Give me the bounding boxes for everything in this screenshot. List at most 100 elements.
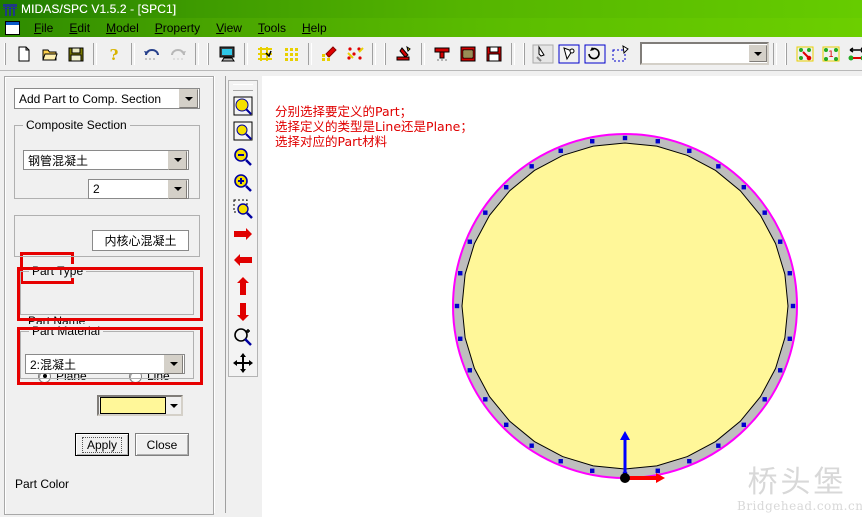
toolbar-grip[interactable] xyxy=(382,42,389,66)
zoom-select-icon[interactable] xyxy=(231,325,255,351)
menu-item-property[interactable]: Property xyxy=(147,20,208,36)
menu-item-view[interactable]: View xyxy=(208,20,250,36)
title-bar: MIDAS/SPC V1.5.2 - [SPC1] xyxy=(0,0,862,18)
menu-item-edit[interactable]: Edit xyxy=(61,20,98,36)
composite-section-drawing[interactable] xyxy=(262,76,862,517)
section-list-icon[interactable] xyxy=(456,42,480,66)
redo-icon[interactable] xyxy=(166,42,190,66)
save-disk-icon[interactable] xyxy=(64,42,88,66)
node-point-icon[interactable] xyxy=(793,42,817,66)
composite-section-combo[interactable]: 钢管混凝土 xyxy=(23,150,189,170)
toolbar-grip[interactable] xyxy=(521,42,528,66)
apply-button[interactable]: Apply xyxy=(75,433,129,456)
toolbar-separator xyxy=(308,42,312,65)
section-save-icon[interactable] xyxy=(482,42,506,66)
part-name-value: 内核心混凝土 xyxy=(104,234,177,248)
part-name-input[interactable]: 内核心混凝土 xyxy=(92,230,189,251)
menu-item-help[interactable]: Help xyxy=(294,20,335,36)
mesh-points-icon[interactable] xyxy=(343,42,367,66)
watermark-cn: 桥头堡 xyxy=(747,465,847,500)
dimension-icon[interactable] xyxy=(845,42,862,66)
document-icon[interactable] xyxy=(5,20,20,35)
material-icon[interactable] xyxy=(392,42,416,66)
zoom-out-icon[interactable] xyxy=(231,144,255,170)
watermark-en: Bridgehead.com.cn xyxy=(737,499,862,513)
part-type-group: Part Type xyxy=(20,264,194,315)
menu-item-tools[interactable]: Tools xyxy=(250,20,294,36)
part-material-value: 2:混凝土 xyxy=(30,357,77,372)
help-question-icon[interactable]: ? xyxy=(102,42,126,66)
zoom-in-icon[interactable] xyxy=(231,170,255,196)
node-number-icon[interactable]: 1 xyxy=(819,42,843,66)
mode-combo[interactable]: Add Part to Comp. Section xyxy=(14,88,200,109)
part-color-label: Part Color xyxy=(15,477,70,491)
menu-item-model[interactable]: Model xyxy=(98,20,147,36)
part-color-swatch[interactable] xyxy=(97,395,183,416)
chevron-down-icon[interactable] xyxy=(168,398,180,413)
close-button-label: Close xyxy=(146,437,178,452)
toolbar-separator xyxy=(773,42,777,65)
toolbar-separator xyxy=(131,42,135,65)
toolbar-separator xyxy=(244,42,248,65)
application-window: MIDAS/SPC V1.5.2 - [SPC1] File Edit Mode… xyxy=(0,0,862,517)
undo-icon[interactable] xyxy=(140,42,164,66)
view-toolbar xyxy=(228,80,258,377)
pan-up-icon[interactable] xyxy=(231,273,255,299)
select-single-icon[interactable] xyxy=(531,42,555,66)
toolbar-grip[interactable] xyxy=(205,42,212,66)
part-id-value: 2 xyxy=(93,182,100,196)
part-material-legend: Part Material xyxy=(29,324,104,338)
grid-define-icon[interactable] xyxy=(253,42,277,66)
section-edit-icon[interactable] xyxy=(317,42,341,66)
apply-button-label: Apply xyxy=(81,436,123,453)
toolbar-separator xyxy=(93,42,97,65)
new-file-icon[interactable] xyxy=(12,42,36,66)
part-id-combo[interactable]: 2 xyxy=(88,179,189,199)
main-toolbar: ? 1 xyxy=(0,37,862,71)
pan-right-icon[interactable] xyxy=(231,222,255,248)
zoom-all-icon[interactable] xyxy=(231,119,255,145)
zoom-window-icon[interactable] xyxy=(231,196,255,222)
select-polygon-icon[interactable] xyxy=(557,42,581,66)
toolbar-separator xyxy=(421,42,425,65)
select-rotate-icon[interactable] xyxy=(583,42,607,66)
composite-section-value: 钢管混凝土 xyxy=(28,153,89,168)
svg-text:?: ? xyxy=(110,46,119,63)
part-definition-panel: Add Part to Comp. Section Composite Sect… xyxy=(4,76,214,515)
pan-down-icon[interactable] xyxy=(231,299,255,325)
toolbar-grip[interactable] xyxy=(783,42,790,66)
svg-text:1: 1 xyxy=(828,50,834,60)
select-window-icon[interactable] xyxy=(609,42,633,66)
toolbar-separator xyxy=(195,42,199,65)
display-monitor-icon[interactable] xyxy=(215,42,239,66)
zoom-fit-icon[interactable] xyxy=(231,93,255,119)
pan-left-icon[interactable] xyxy=(231,247,255,273)
drawing-canvas[interactable]: 分别选择要定义的Part； 选择定义的类型是Line还是Plane； 选择对应的… xyxy=(262,76,862,517)
chevron-down-icon[interactable] xyxy=(168,179,187,199)
chevron-down-icon[interactable] xyxy=(164,354,183,374)
window-title: MIDAS/SPC V1.5.2 - [SPC1] xyxy=(21,2,177,16)
toolbar-separator xyxy=(511,42,515,65)
close-button[interactable]: Close xyxy=(135,433,189,456)
selection-combo[interactable] xyxy=(640,42,769,65)
composite-section-legend: Composite Section xyxy=(23,118,130,132)
chevron-down-icon[interactable] xyxy=(179,89,198,108)
part-material-combo[interactable]: 2:混凝土 xyxy=(25,354,185,374)
chevron-down-icon[interactable] xyxy=(168,150,187,170)
grid-points-icon[interactable] xyxy=(279,42,303,66)
view-toolbar-grip[interactable] xyxy=(233,84,253,91)
toolbar-grip[interactable] xyxy=(2,42,9,66)
part-color-chip xyxy=(100,397,166,414)
open-folder-icon[interactable] xyxy=(38,42,62,66)
part-type-legend: Part Type xyxy=(29,264,87,278)
mode-combo-value: Add Part to Comp. Section xyxy=(19,91,162,106)
app-icon xyxy=(3,3,17,16)
move-icon[interactable] xyxy=(231,350,255,376)
menu-item-file[interactable]: File xyxy=(26,20,61,36)
menu-bar: File Edit Model Property View Tools Help xyxy=(0,18,862,37)
section-table-icon[interactable] xyxy=(430,42,454,66)
panel-scroll-edge xyxy=(214,76,226,513)
toolbar-separator xyxy=(372,42,376,65)
chevron-down-icon[interactable] xyxy=(749,45,767,62)
watermark: 桥头堡 Bridgehead.com.cn xyxy=(737,465,862,514)
